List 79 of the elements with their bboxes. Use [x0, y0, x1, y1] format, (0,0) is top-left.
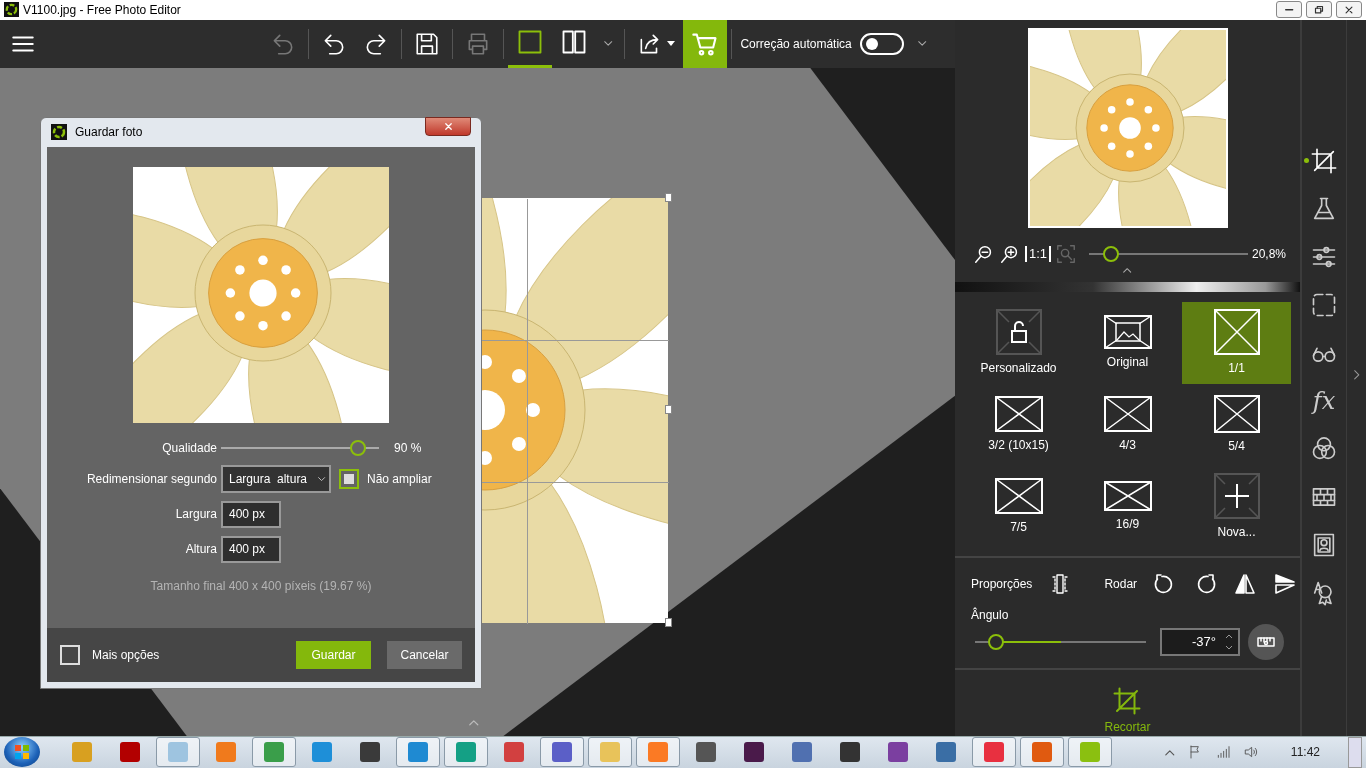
- crop-button[interactable]: Recortar: [1104, 685, 1151, 736]
- height-label: Altura: [184, 541, 217, 559]
- close-button[interactable]: [425, 117, 471, 136]
- resize-dropdown[interactable]: Largura altura: [221, 464, 331, 493]
- app-logo-icon: [4, 2, 19, 18]
- slider-thumb[interactable]: [1103, 245, 1120, 262]
- caret-icon: [604, 41, 613, 47]
- flip-vertical-button[interactable]: [1273, 571, 1298, 596]
- flip-vertical-icon: [1273, 571, 1298, 596]
- more-options-label: Mais opções: [92, 647, 160, 665]
- caret-icon: [1123, 267, 1132, 273]
- flip-horizontal-button[interactable]: [1233, 571, 1258, 596]
- angle-field[interactable]: -37°: [1160, 627, 1240, 656]
- dialog-title: Guardar foto: [75, 124, 143, 142]
- crop-handle[interactable]: [665, 617, 672, 627]
- cancel-button[interactable]: Cancelar: [387, 641, 462, 670]
- width-field[interactable]: 400 px: [221, 500, 281, 528]
- clock: 11:42: [1290, 744, 1320, 762]
- app-logo-icon: [51, 124, 67, 141]
- flip-horizontal-icon: [1233, 571, 1258, 596]
- toggle-switch[interactable]: [859, 32, 904, 55]
- caret-icon: [917, 41, 927, 47]
- crop-preset[interactable]: 4/3: [1073, 383, 1182, 466]
- chevron-icon: [1353, 369, 1360, 380]
- cart-button[interactable]: [683, 19, 728, 68]
- plus-icon: [1213, 472, 1260, 519]
- crop-handle[interactable]: [665, 192, 672, 202]
- caret-icon: [1165, 749, 1175, 756]
- expand-button[interactable]: [1353, 369, 1360, 380]
- actual-size-button[interactable]: 1:1: [1025, 245, 1052, 262]
- angle-label: Ângulo: [970, 606, 1010, 624]
- crop-preset[interactable]: Original: [1073, 301, 1182, 384]
- crossed-rectangle-icon: [1103, 480, 1152, 511]
- crossed-rectangle-icon: [1213, 308, 1260, 355]
- caret-icon: [469, 719, 479, 726]
- crop-icon: [1310, 146, 1338, 175]
- crossed-rectangle-icon: [1103, 395, 1152, 432]
- fx-tool-button[interactable]: fx: [1302, 376, 1346, 425]
- crop-handle[interactable]: [665, 404, 672, 414]
- checkbox[interactable]: [339, 468, 359, 489]
- proportions-label: Proporções: [971, 575, 1033, 593]
- crossed-rectangle-icon: [994, 395, 1043, 432]
- restore-button[interactable]: [1306, 1, 1332, 19]
- no-enlarge-label: Não ampliar: [367, 470, 432, 488]
- caret-tray-button[interactable]: [1165, 749, 1175, 756]
- crop-preset[interactable]: 16/9: [1073, 465, 1182, 548]
- close-button[interactable]: [1336, 1, 1362, 19]
- crop-preset[interactable]: Personalizado: [964, 301, 1073, 384]
- windows-logo-icon: [14, 744, 30, 761]
- crop-preset[interactable]: 3/2 (10x15): [964, 383, 1073, 466]
- crossed-rectangle-icon: [1213, 394, 1260, 433]
- caret-icon: [667, 41, 676, 47]
- crop-icon: [1112, 685, 1143, 716]
- start-button[interactable]: [4, 737, 40, 768]
- height-field[interactable]: 400 px: [221, 535, 281, 563]
- slider-thumb[interactable]: [350, 439, 367, 456]
- crossed-rectangle-icon: [994, 477, 1043, 514]
- zoom-reading: 20,8%: [1251, 245, 1286, 263]
- padlock-icon: [995, 308, 1042, 355]
- window-title: V1100.jpg - Free Photo Editor: [23, 1, 181, 19]
- crop-preset[interactable]: 1/1: [1182, 301, 1291, 384]
- taskbar-button[interactable]: [540, 737, 584, 768]
- crop-preset[interactable]: 7/5: [964, 465, 1073, 548]
- auto-correct-label: Correção automática: [740, 35, 852, 53]
- quality-reading: 90 %: [394, 439, 422, 457]
- picture-frame-icon: [1103, 314, 1152, 349]
- straighten-button[interactable]: [1248, 623, 1284, 660]
- minimize-icon: [1284, 9, 1294, 11]
- crop-preset[interactable]: Nova...: [1182, 465, 1291, 548]
- crop-preset[interactable]: 5/4: [1182, 383, 1291, 466]
- resize-label: Redimensionar segundo: [85, 470, 217, 488]
- final-size-text: Tamanho final 400 x 400 píxeis (19.67 %): [149, 577, 373, 595]
- checkbox[interactable]: [60, 645, 80, 666]
- rotate-label: Rodar: [1104, 575, 1138, 593]
- quality-label: Qualidade: [161, 439, 217, 457]
- caret-icon: [317, 476, 325, 482]
- zoom-fit-icon: [1055, 242, 1078, 265]
- width-label: Largura: [174, 506, 217, 524]
- slider-thumb[interactable]: [987, 633, 1004, 650]
